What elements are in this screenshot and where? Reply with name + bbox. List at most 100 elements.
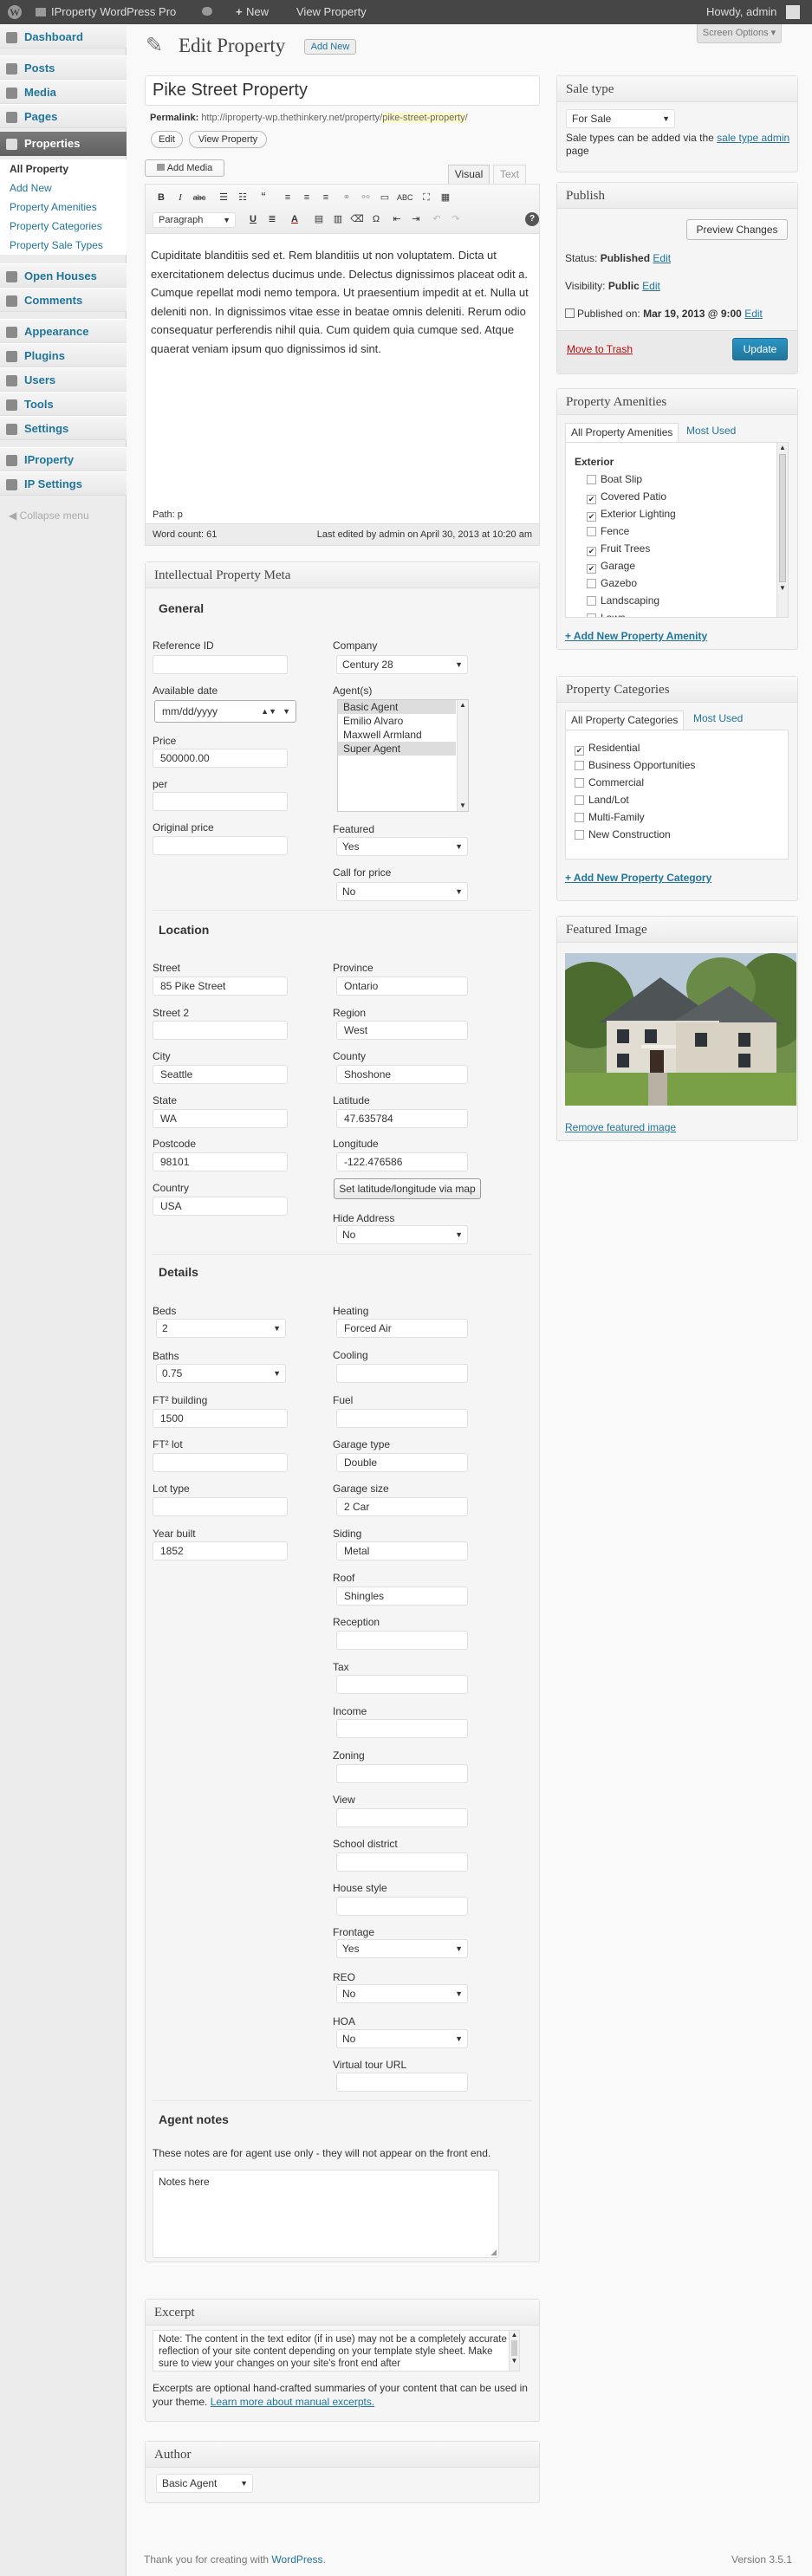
excerpt-scrollbar[interactable]: ▲ ▼: [509, 2331, 519, 2371]
visibility-edit-link[interactable]: Edit: [642, 280, 660, 292]
income-input[interactable]: [336, 1719, 468, 1738]
tab-visual[interactable]: Visual: [448, 165, 490, 184]
view-property-button[interactable]: View Property: [189, 131, 267, 148]
virtual-tour-input[interactable]: [336, 2073, 468, 2092]
add-new-category-link[interactable]: + Add New Property Category: [565, 872, 711, 884]
align-right-icon[interactable]: ≡: [319, 191, 333, 204]
submenu-property-categories[interactable]: Property Categories: [0, 217, 127, 236]
menu-settings[interactable]: Settings: [0, 416, 127, 440]
bold-icon[interactable]: B: [154, 191, 168, 204]
agent-option[interactable]: Super Agent: [338, 742, 456, 756]
per-input[interactable]: [153, 792, 288, 811]
menu-dashboard[interactable]: Dashboard: [0, 24, 127, 49]
featured-select[interactable]: Yes ▼: [336, 837, 468, 856]
amenities-tab-all[interactable]: All Property Amenities: [565, 423, 679, 442]
insert-link-icon[interactable]: ⚭: [340, 191, 354, 204]
available-date-input[interactable]: mm/dd/yyyy ▲▼ ▼: [154, 700, 296, 723]
amenity-checkbox-row[interactable]: Landscaping: [587, 594, 659, 607]
published-edit-link[interactable]: Edit: [744, 308, 763, 320]
agents-scrollbar[interactable]: ▲ ▼: [457, 700, 468, 811]
menu-pages[interactable]: Pages: [0, 104, 127, 128]
menu-open-houses[interactable]: Open Houses: [0, 263, 127, 288]
county-input[interactable]: Shoshone: [336, 1065, 468, 1084]
amenity-checkbox-row[interactable]: Lawn: [587, 612, 626, 617]
site-name-link[interactable]: IProperty WordPress Pro: [51, 0, 176, 24]
featured-image-thumbnail[interactable]: [565, 953, 796, 1106]
add-media-button[interactable]: Add Media: [145, 159, 224, 177]
checkbox-icon[interactable]: [587, 596, 596, 606]
underline-icon[interactable]: U: [246, 212, 260, 226]
checkbox-icon[interactable]: [587, 475, 596, 484]
author-select[interactable]: Basic Agent ▼: [156, 2474, 253, 2493]
zoning-input[interactable]: [336, 1764, 468, 1783]
checkbox-icon[interactable]: [575, 813, 584, 822]
category-checkbox-row[interactable]: Land/Lot: [575, 794, 629, 806]
school-district-input[interactable]: [336, 1853, 468, 1872]
cooling-input[interactable]: [336, 1364, 468, 1383]
outdent-icon[interactable]: ⇤: [390, 212, 404, 226]
state-input[interactable]: WA: [153, 1109, 288, 1128]
agent-notes-textarea[interactable]: Notes here ◢: [153, 2170, 499, 2258]
italic-icon[interactable]: I: [173, 191, 187, 204]
add-new-amenity-link[interactable]: + Add New Property Amenity: [565, 630, 707, 642]
blockquote-icon[interactable]: “: [257, 191, 270, 204]
numbered-list-icon[interactable]: ☷: [236, 191, 250, 204]
menu-plugins[interactable]: Plugins: [0, 343, 127, 367]
beds-select[interactable]: 2 ▼: [156, 1319, 286, 1338]
collapse-menu-button[interactable]: ◀ Collapse menu: [9, 509, 89, 522]
reception-input[interactable]: [336, 1631, 468, 1650]
ft2-building-input[interactable]: 1500: [153, 1409, 288, 1428]
sale-type-admin-link[interactable]: sale type admin: [717, 132, 789, 144]
amenity-checkbox-row[interactable]: ✔ Exterior Lighting: [587, 508, 676, 522]
submenu-property-sale-types[interactable]: Property Sale Types: [0, 236, 127, 255]
latitude-input[interactable]: 47.635784: [336, 1109, 468, 1128]
view-property-link[interactable]: View Property: [296, 0, 367, 24]
special-character-icon[interactable]: Ω: [369, 212, 383, 226]
sale-type-select[interactable]: For Sale ▼: [566, 109, 675, 128]
checkbox-icon[interactable]: [575, 778, 584, 788]
amenity-checkbox-row[interactable]: ✔ Fruit Trees: [587, 542, 650, 556]
menu-tools[interactable]: Tools: [0, 392, 127, 416]
new-content-link[interactable]: New: [246, 0, 269, 24]
paste-word-icon[interactable]: ▥: [331, 212, 345, 226]
checkbox-icon[interactable]: [587, 527, 596, 536]
agent-option[interactable]: Maxwell Armland: [338, 728, 456, 742]
tax-input[interactable]: [336, 1675, 468, 1694]
checked-checkbox-icon[interactable]: ✔: [587, 564, 596, 574]
text-color-icon[interactable]: A: [288, 212, 302, 226]
wordpress-link[interactable]: WordPress: [271, 2553, 322, 2566]
amenity-checkbox-row[interactable]: Gazebo: [587, 577, 637, 589]
editor-content[interactable]: Cupiditate blanditiis sed et. Rem blandi…: [151, 246, 534, 358]
reference-id-input[interactable]: [153, 655, 288, 674]
checked-checkbox-icon[interactable]: ✔: [575, 746, 584, 756]
street2-input[interactable]: [153, 1021, 288, 1040]
categories-tab-all[interactable]: All Property Categories: [565, 711, 685, 730]
update-button[interactable]: Update: [732, 338, 788, 360]
format-select[interactable]: Paragraph ▼: [153, 212, 236, 228]
province-input[interactable]: Ontario: [336, 977, 468, 996]
amenities-scrollbar[interactable]: ▲ ▼: [776, 443, 788, 617]
howdy-account-link[interactable]: Howdy, admin: [706, 0, 776, 24]
preview-changes-button[interactable]: Preview Changes: [686, 219, 788, 240]
amenity-checkbox-row[interactable]: ✔ Garage: [587, 560, 635, 574]
menu-iproperty[interactable]: IProperty: [0, 447, 127, 471]
category-checkbox-row[interactable]: Multi-Family: [575, 811, 645, 823]
amenity-checkbox-row[interactable]: Fence: [587, 525, 629, 537]
frontage-select[interactable]: Yes ▼: [336, 1939, 468, 1958]
checked-checkbox-icon[interactable]: ✔: [587, 512, 596, 522]
lot-type-input[interactable]: [153, 1497, 288, 1516]
country-input[interactable]: USA: [153, 1197, 288, 1216]
hide-address-select[interactable]: No ▼: [336, 1225, 468, 1244]
date-dropdown-icon[interactable]: ▼: [283, 701, 290, 722]
menu-appearance[interactable]: Appearance: [0, 319, 127, 343]
menu-comments[interactable]: Comments: [0, 288, 127, 312]
hoa-select[interactable]: No ▼: [336, 2029, 468, 2048]
indent-icon[interactable]: ⇥: [409, 212, 423, 226]
amenity-checkbox-row[interactable]: Boat Slip: [587, 473, 642, 485]
categories-tab-most-used[interactable]: Most Used: [693, 712, 743, 724]
reo-select[interactable]: No ▼: [336, 1984, 468, 2003]
checkbox-icon[interactable]: [575, 795, 584, 805]
wordpress-logo-icon[interactable]: W: [8, 5, 22, 19]
insert-more-icon[interactable]: ▭: [378, 191, 392, 204]
align-center-icon[interactable]: ≡: [300, 191, 314, 204]
